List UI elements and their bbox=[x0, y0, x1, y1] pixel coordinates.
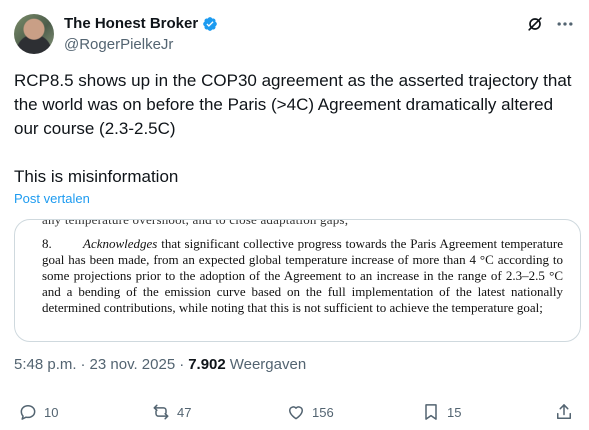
like-button[interactable]: 156 bbox=[286, 402, 334, 422]
like-count: 156 bbox=[312, 404, 334, 420]
repost-count: 47 bbox=[177, 404, 192, 420]
share-button[interactable] bbox=[554, 402, 574, 422]
verified-badge-icon bbox=[202, 16, 218, 32]
views-label: Weergaven bbox=[229, 356, 307, 373]
top-actions bbox=[525, 14, 575, 34]
handle[interactable]: @RogerPielkeJr bbox=[64, 35, 218, 55]
emphasis-word: Acknowledges bbox=[83, 236, 158, 251]
display-name[interactable]: The Honest Broker bbox=[64, 14, 198, 34]
meta-separator: · bbox=[179, 356, 185, 373]
cut-off-line: any temperature overshoot, and to close … bbox=[42, 219, 349, 227]
share-icon bbox=[557, 404, 571, 419]
meta-separator: · bbox=[80, 356, 86, 373]
attached-image[interactable]: any temperature overshoot, and to close … bbox=[14, 219, 581, 342]
action-bar: 10 47 156 15 bbox=[18, 402, 578, 426]
views-count: 7.902 bbox=[188, 356, 226, 373]
document-paragraph: 8. Acknowledges that significant collecti… bbox=[42, 236, 563, 316]
avatar[interactable] bbox=[14, 14, 54, 54]
grok-icon[interactable] bbox=[525, 14, 545, 34]
bookmark-count: 15 bbox=[447, 404, 462, 420]
paragraph-number: 8. bbox=[42, 236, 52, 251]
tweet-paragraph: This is misinformation bbox=[14, 167, 179, 186]
tweet-paragraph: RCP8.5 shows up in the COP30 agreement a… bbox=[14, 71, 572, 138]
repost-icon bbox=[153, 404, 169, 420]
author-block: The Honest Broker @RogerPielkeJr bbox=[64, 14, 218, 55]
translate-link[interactable]: Post vertalen bbox=[14, 191, 90, 206]
reply-button[interactable]: 10 bbox=[18, 402, 58, 422]
post-date[interactable]: 23 nov. 2025 bbox=[90, 356, 176, 373]
reply-icon bbox=[20, 405, 36, 420]
more-options-icon[interactable] bbox=[555, 14, 575, 34]
tweet-text: RCP8.5 shows up in the COP30 agreement a… bbox=[14, 69, 574, 189]
bookmark-icon bbox=[425, 404, 437, 420]
tweet-meta: 5:48 p.m. · 23 nov. 2025 · 7.902 Weergav… bbox=[14, 356, 306, 373]
author-name-row[interactable]: The Honest Broker bbox=[64, 14, 218, 34]
reply-count: 10 bbox=[44, 404, 59, 420]
heart-icon bbox=[289, 406, 303, 420]
bookmark-button[interactable]: 15 bbox=[421, 402, 461, 422]
post-time[interactable]: 5:48 p.m. bbox=[14, 356, 77, 373]
repost-button[interactable]: 47 bbox=[151, 402, 191, 422]
